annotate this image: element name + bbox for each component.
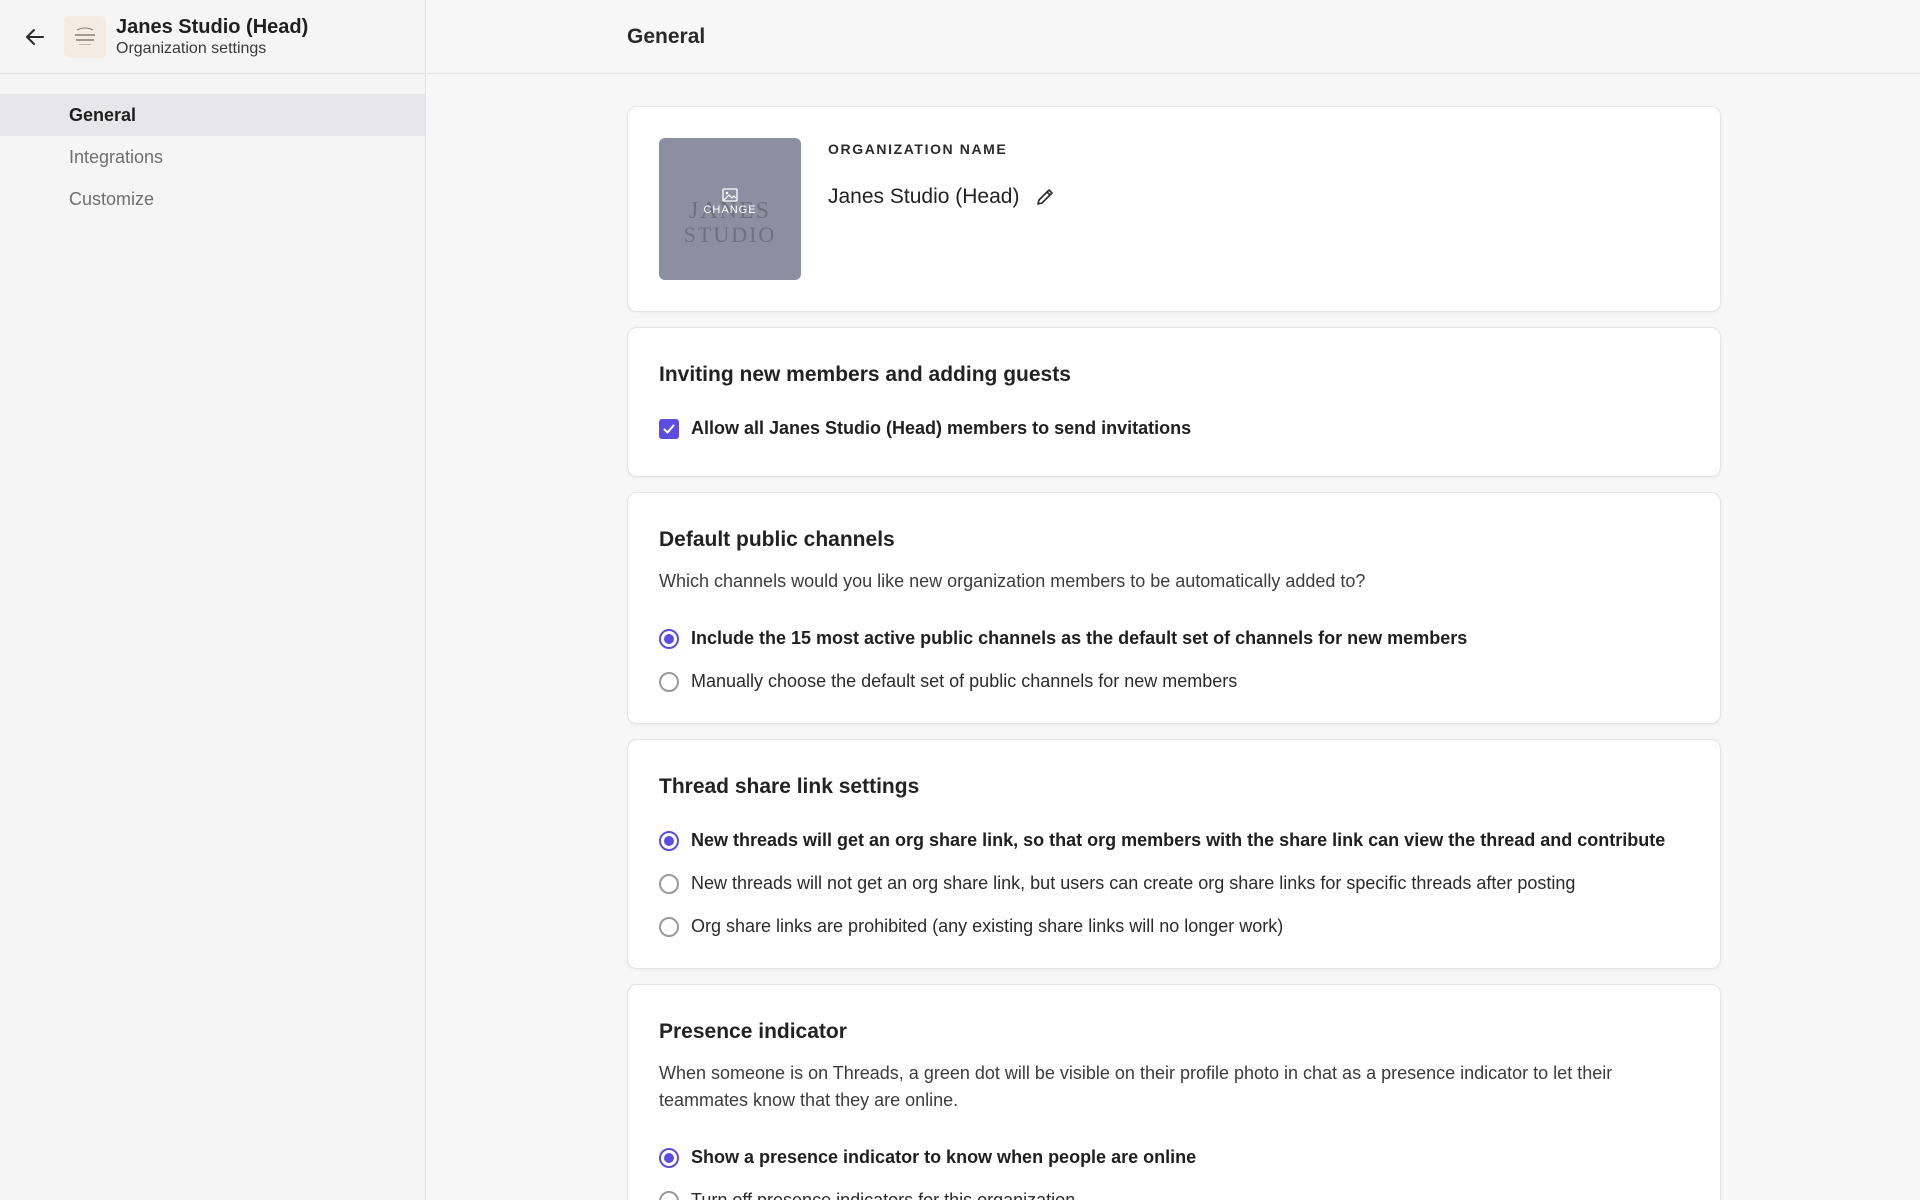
sidebar-header: Janes Studio (Head) Organization setting…: [0, 0, 425, 74]
org-identity: Janes Studio (Head) Organization setting…: [116, 15, 308, 59]
default-channels-card: Default public channels Which channels w…: [627, 492, 1721, 724]
share-link-radio-prohibited[interactable]: [659, 916, 679, 937]
share-link-card: Thread share link settings New threads w…: [627, 739, 1721, 969]
change-overlay: CHANGE: [659, 188, 801, 216]
channels-option-active[interactable]: Include the 15 most active public channe…: [659, 617, 1689, 660]
share-link-option-manual[interactable]: New threads will not get an org share li…: [659, 862, 1689, 905]
channels-option-manual[interactable]: Manually choose the default set of publi…: [659, 660, 1689, 703]
arrow-left-icon: [26, 28, 44, 45]
page-title: General: [427, 0, 1920, 74]
share-link-radio-default[interactable]: [659, 830, 679, 851]
sidebar-item-general[interactable]: General: [0, 94, 425, 136]
presence-option-show-label: Show a presence indicator to know when p…: [691, 1147, 1197, 1167]
allow-invitations-label: Allow all Janes Studio (Head) members to…: [691, 418, 1192, 438]
image-icon: [722, 188, 738, 202]
sidebar: Janes Studio (Head) Organization setting…: [0, 0, 426, 1200]
share-link-radio-manual[interactable]: [659, 873, 679, 894]
logo-text-line2: STUDIO: [683, 222, 777, 247]
presence-option-off-label: Turn off presence indicators for this or…: [691, 1190, 1076, 1200]
presence-radio-show[interactable]: [659, 1147, 679, 1168]
org-logo-image: [75, 27, 95, 45]
presence-option-off[interactable]: Turn off presence indicators for this or…: [659, 1179, 1689, 1200]
edit-org-name-button[interactable]: [1035, 185, 1059, 209]
change-label: CHANGE: [703, 204, 757, 216]
default-channels-description: Which channels would you like new organi…: [659, 571, 1366, 591]
allow-invitations-checkbox[interactable]: [659, 418, 679, 439]
back-button[interactable]: [22, 24, 48, 50]
sidebar-nav: General Integrations Customize: [0, 74, 425, 220]
presence-description: When someone is on Threads, a green dot …: [659, 1063, 1613, 1110]
org-name-card: JANES STUDIO CHANGE ORGANIZATION NAME Ja…: [627, 106, 1721, 312]
pencil-icon: [1037, 189, 1054, 205]
org-logo-small: [64, 15, 106, 58]
channels-radio-active[interactable]: [659, 628, 679, 649]
invites-title: Inviting new members and adding guests: [659, 363, 1071, 386]
org-name-block: ORGANIZATION NAME Janes Studio (Head): [828, 138, 1059, 280]
org-logo-change-button[interactable]: JANES STUDIO CHANGE: [659, 138, 801, 280]
invites-card: Inviting new members and adding guests A…: [627, 327, 1721, 477]
check-icon: [663, 424, 675, 433]
presence-option-show[interactable]: Show a presence indicator to know when p…: [659, 1136, 1689, 1179]
channels-option-manual-label: Manually choose the default set of publi…: [691, 671, 1238, 691]
share-link-title: Thread share link settings: [659, 775, 920, 798]
org-subtitle: Organization settings: [116, 39, 267, 57]
org-name-label: ORGANIZATION NAME: [828, 141, 1008, 157]
share-link-option-prohibited-label: Org share links are prohibited (any exis…: [691, 916, 1284, 936]
presence-title: Presence indicator: [659, 1020, 847, 1043]
settings-content: JANES STUDIO CHANGE ORGANIZATION NAME Ja…: [627, 106, 1721, 1200]
channels-option-active-label: Include the 15 most active public channe…: [691, 628, 1468, 648]
org-title: Janes Studio (Head): [116, 15, 309, 38]
share-link-option-prohibited[interactable]: Org share links are prohibited (any exis…: [659, 905, 1689, 948]
main-panel: General JANES STUDIO CHANGE ORGANIZATION…: [427, 0, 1920, 1200]
allow-invitations-option[interactable]: Allow all Janes Studio (Head) members to…: [659, 407, 1689, 450]
presence-card: Presence indicator When someone is on Th…: [627, 984, 1721, 1200]
sidebar-item-customize[interactable]: Customize: [0, 178, 425, 220]
sidebar-item-integrations[interactable]: Integrations: [0, 136, 425, 178]
share-link-option-default[interactable]: New threads will get an org share link, …: [659, 819, 1689, 862]
share-link-option-default-label: New threads will get an org share link, …: [691, 830, 1666, 850]
channels-radio-manual[interactable]: [659, 671, 679, 692]
presence-radio-off[interactable]: [659, 1190, 679, 1200]
org-name-value: Janes Studio (Head): [828, 185, 1020, 208]
settings-app: Janes Studio (Head) Organization setting…: [0, 0, 1920, 1200]
org-name-row: Janes Studio (Head): [828, 185, 1059, 209]
default-channels-title: Default public channels: [659, 528, 895, 551]
share-link-option-manual-label: New threads will not get an org share li…: [691, 873, 1576, 893]
